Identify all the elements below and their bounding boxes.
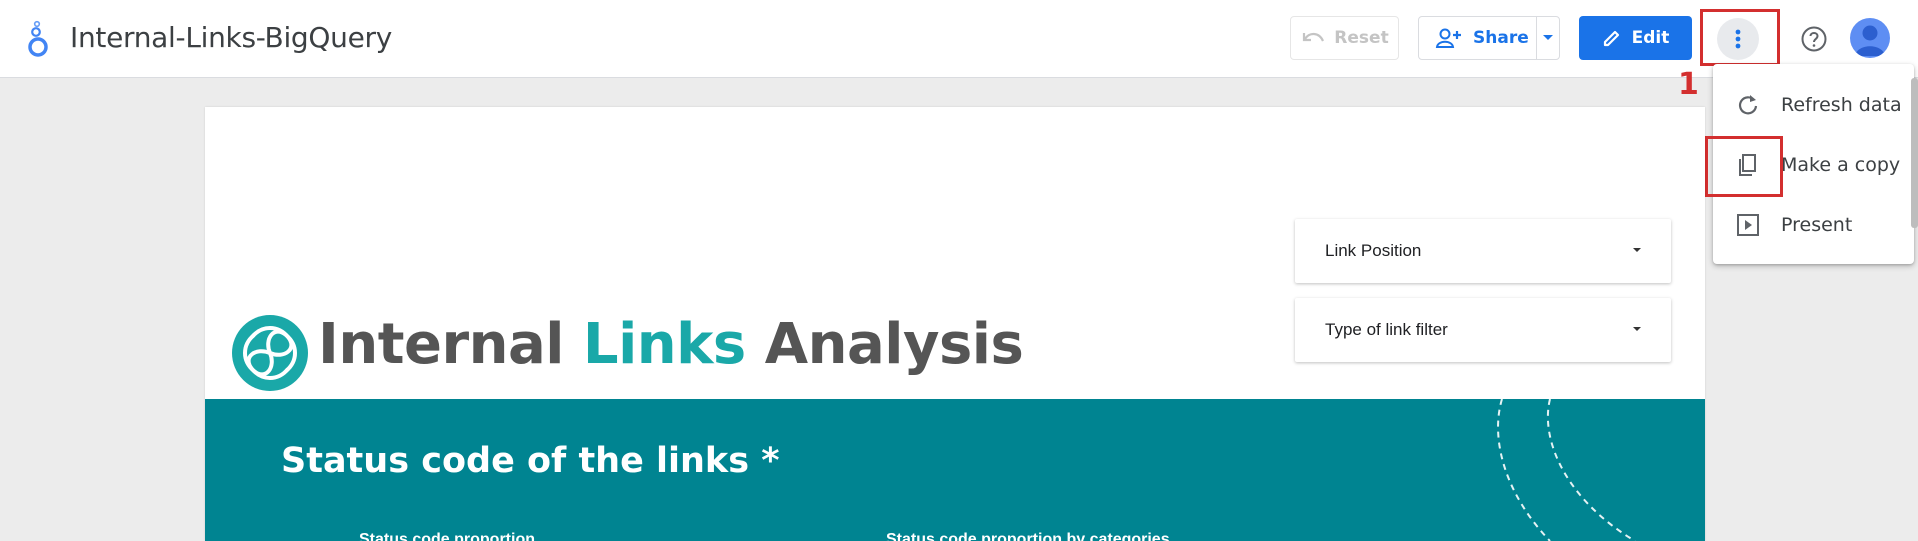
report-canvas: Link Position Type of link filter Intern… bbox=[205, 107, 1705, 541]
report-heading: Internal Links Analysis bbox=[318, 312, 1024, 377]
caret-down-icon bbox=[1543, 35, 1554, 40]
reset-button[interactable]: Reset bbox=[1290, 16, 1399, 60]
share-label: Share bbox=[1473, 28, 1529, 48]
link-type-filter[interactable]: Type of link filter bbox=[1295, 298, 1671, 362]
present-icon bbox=[1737, 214, 1759, 236]
reset-label: Reset bbox=[1334, 28, 1389, 48]
menu-item-refresh-data[interactable]: Refresh data bbox=[1713, 78, 1914, 132]
help-icon[interactable] bbox=[1800, 25, 1828, 53]
menu-item-label: Make a copy bbox=[1781, 154, 1901, 176]
report-title[interactable]: Internal-Links-BigQuery bbox=[70, 21, 392, 54]
menu-item-present[interactable]: Present bbox=[1713, 198, 1914, 252]
pencil-icon bbox=[1603, 30, 1619, 47]
account-avatar[interactable] bbox=[1850, 18, 1890, 58]
highlight-make-a-copy bbox=[1705, 136, 1783, 197]
brand-knot-logo-icon bbox=[232, 315, 308, 391]
status-code-section: Status code of the links * Status code p… bbox=[205, 399, 1705, 541]
menu-item-label: Refresh data bbox=[1781, 94, 1902, 116]
decorative-dashed-curves bbox=[1497, 399, 1636, 541]
person-add-icon bbox=[1435, 28, 1461, 48]
menu-item-label: Present bbox=[1781, 214, 1853, 236]
refresh-icon bbox=[1738, 95, 1758, 115]
edit-label: Edit bbox=[1631, 28, 1670, 48]
highlight-more-button bbox=[1700, 9, 1780, 66]
filter-label: Type of link filter bbox=[1325, 320, 1448, 339]
link-position-filter[interactable]: Link Position bbox=[1295, 219, 1671, 283]
share-main[interactable]: Share bbox=[1419, 17, 1538, 59]
filter-label: Link Position bbox=[1325, 241, 1422, 260]
scrollbar[interactable] bbox=[1911, 78, 1918, 228]
step-1-label: 1 bbox=[1678, 67, 1699, 102]
share-button[interactable]: Share bbox=[1418, 16, 1560, 60]
heading-part-1: Internal bbox=[318, 312, 583, 377]
person-icon bbox=[1855, 25, 1885, 56]
caret-down-icon bbox=[1633, 327, 1641, 331]
caret-down-icon bbox=[1633, 248, 1641, 252]
undo-icon bbox=[1303, 32, 1325, 42]
top-bar: Internal-Links-BigQuery Reset Share Edit bbox=[0, 0, 1918, 78]
heading-part-2: Links bbox=[582, 312, 746, 377]
heading-part-3: Analysis bbox=[745, 312, 1024, 377]
looker-studio-logo-icon[interactable] bbox=[26, 20, 50, 58]
share-dropdown-button[interactable] bbox=[1537, 17, 1559, 59]
edit-button[interactable]: Edit bbox=[1579, 16, 1692, 60]
